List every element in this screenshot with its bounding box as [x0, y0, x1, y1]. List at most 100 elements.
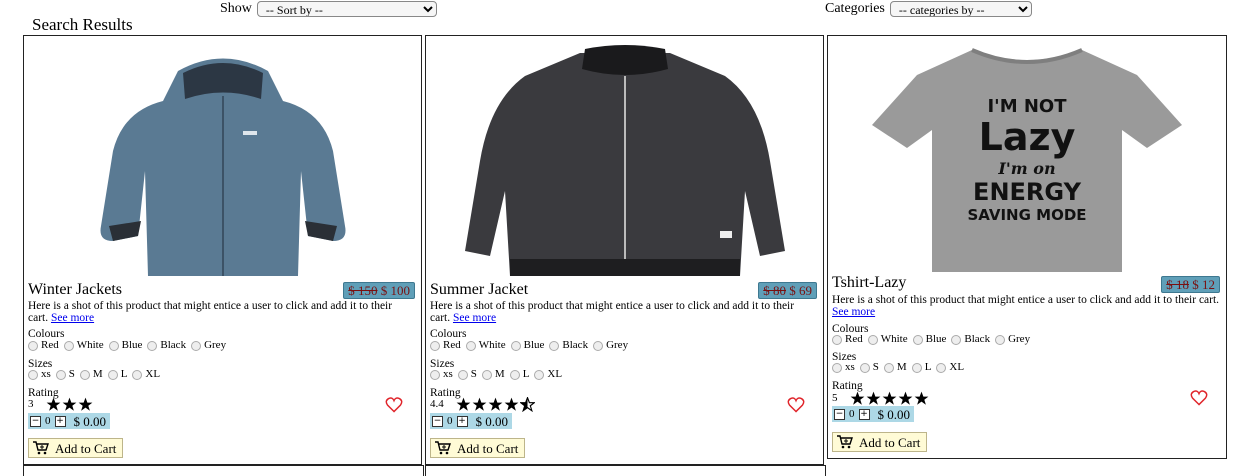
size-option-xl[interactable]: XL — [534, 368, 562, 381]
size-option-l[interactable]: L — [107, 368, 127, 381]
radio-icon[interactable] — [911, 362, 922, 373]
colour-option-blue[interactable]: Blue — [510, 339, 544, 352]
option-label: M — [896, 361, 907, 373]
colour-options: Red White Blue Black Grey — [430, 339, 631, 352]
product-name[interactable]: Summer Jacket — [430, 282, 528, 298]
radio-icon[interactable] — [951, 334, 962, 345]
option-label: Red — [845, 333, 863, 345]
see-more-link[interactable]: See more — [453, 312, 496, 324]
radio-icon[interactable] — [859, 362, 870, 373]
half-star-icon — [519, 397, 535, 412]
shirt-print-line: ENERGY — [973, 178, 1082, 206]
colour-option-black[interactable]: Black — [951, 333, 990, 346]
size-option-xs[interactable]: xs — [832, 361, 855, 374]
colour-option-black[interactable]: Black — [549, 339, 588, 352]
radio-icon[interactable] — [79, 369, 90, 380]
product-name[interactable]: Tshirt-Lazy — [832, 275, 906, 291]
winter-jacket-image[interactable] — [24, 38, 421, 283]
size-option-xl[interactable]: XL — [132, 368, 160, 381]
line-total: $ 0.00 — [877, 406, 911, 422]
decrement-button[interactable]: − — [432, 415, 443, 427]
see-more-link[interactable]: See more — [51, 312, 94, 324]
colour-option-blue[interactable]: Blue — [912, 333, 946, 346]
size-option-xl[interactable]: XL — [936, 361, 964, 374]
radio-icon[interactable] — [63, 340, 74, 351]
colour-option-white[interactable]: White — [867, 333, 908, 346]
heart-icon[interactable] — [787, 397, 805, 413]
quantity-stepper: − 0 + $ 0.00 — [28, 413, 110, 429]
radio-icon[interactable] — [465, 340, 476, 351]
radio-icon[interactable] — [883, 362, 894, 373]
colour-option-black[interactable]: Black — [147, 339, 186, 352]
show-label: Show — [220, 1, 252, 16]
radio-icon[interactable] — [832, 362, 842, 373]
radio-icon[interactable] — [191, 340, 202, 351]
add-to-cart-button[interactable]: Add to Cart — [28, 438, 124, 458]
size-option-s[interactable]: S — [859, 361, 879, 374]
radio-icon[interactable] — [108, 340, 119, 351]
radio-icon[interactable] — [936, 362, 947, 373]
radio-icon[interactable] — [457, 369, 468, 380]
radio-icon[interactable] — [132, 369, 143, 380]
radio-icon[interactable] — [995, 334, 1006, 345]
increment-button[interactable]: + — [54, 415, 66, 427]
radio-icon[interactable] — [534, 369, 545, 380]
add-to-cart-button[interactable]: Add to Cart — [832, 432, 928, 452]
heart-icon[interactable] — [1190, 390, 1208, 406]
summer-jacket-image[interactable] — [426, 38, 823, 283]
rating-row: 4.4 — [430, 397, 536, 412]
decrement-button[interactable]: − — [834, 408, 845, 420]
radio-icon[interactable] — [107, 369, 118, 380]
colour-option-red[interactable]: Red — [832, 333, 863, 346]
categories-select[interactable]: -- categories by -- — [889, 1, 1032, 17]
option-label: M — [494, 368, 505, 380]
add-to-cart-button[interactable]: Add to Cart — [430, 438, 526, 458]
size-option-m[interactable]: M — [883, 361, 907, 374]
colour-option-grey[interactable]: Grey — [995, 333, 1030, 346]
size-option-l[interactable]: L — [509, 368, 529, 381]
size-option-m[interactable]: M — [79, 368, 103, 381]
colour-option-red[interactable]: Red — [430, 339, 461, 352]
radio-icon[interactable] — [867, 334, 878, 345]
size-option-xs[interactable]: xs — [28, 368, 51, 381]
radio-icon[interactable] — [430, 369, 440, 380]
radio-icon[interactable] — [28, 369, 38, 380]
colour-option-red[interactable]: Red — [28, 339, 59, 352]
quantity-value: 0 — [849, 407, 855, 420]
colour-option-grey[interactable]: Grey — [191, 339, 226, 352]
radio-icon[interactable] — [481, 369, 492, 380]
colour-option-blue[interactable]: Blue — [108, 339, 142, 352]
sort-select[interactable]: -- Sort by -- — [256, 1, 437, 17]
radio-icon[interactable] — [549, 340, 560, 351]
radio-icon[interactable] — [147, 340, 158, 351]
radio-icon[interactable] — [593, 340, 604, 351]
radio-icon[interactable] — [912, 334, 923, 345]
option-label: Red — [443, 339, 461, 351]
increment-button[interactable]: + — [858, 408, 870, 420]
radio-icon[interactable] — [509, 369, 520, 380]
size-option-l[interactable]: L — [911, 361, 931, 374]
add-to-cart-label: Add to Cart — [55, 440, 117, 456]
colour-option-white[interactable]: White — [63, 339, 104, 352]
tshirt-lazy-image[interactable]: I'M NOT Lazy I'm on ENERGY SAVING MODE — [828, 38, 1226, 278]
radio-icon[interactable] — [832, 334, 842, 345]
radio-icon[interactable] — [28, 340, 38, 351]
star-icon — [866, 391, 880, 405]
size-option-s[interactable]: S — [55, 368, 75, 381]
radio-icon[interactable] — [55, 369, 66, 380]
see-more-link[interactable]: See more — [832, 306, 875, 318]
radio-icon[interactable] — [430, 340, 440, 351]
size-option-xs[interactable]: xs — [430, 368, 453, 381]
colour-option-grey[interactable]: Grey — [593, 339, 628, 352]
star-rating — [850, 391, 930, 406]
size-option-m[interactable]: M — [481, 368, 505, 381]
new-price: $ 69 — [789, 283, 812, 298]
size-options: xs S M L XL — [430, 368, 565, 381]
radio-icon[interactable] — [510, 340, 521, 351]
increment-button[interactable]: + — [456, 415, 468, 427]
colour-option-white[interactable]: White — [465, 339, 506, 352]
heart-icon[interactable] — [385, 397, 403, 413]
product-name[interactable]: Winter Jackets — [28, 282, 122, 298]
size-option-s[interactable]: S — [457, 368, 477, 381]
decrement-button[interactable]: − — [30, 415, 41, 427]
